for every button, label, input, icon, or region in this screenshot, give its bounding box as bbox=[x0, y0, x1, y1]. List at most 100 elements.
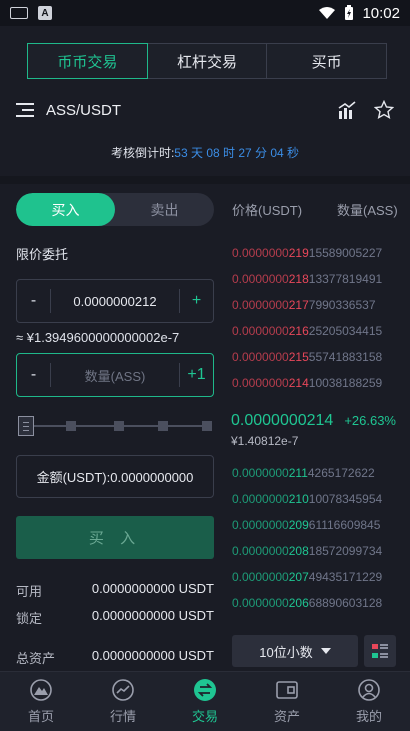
ask-row[interactable]: 0.000000021555741883158 bbox=[232, 350, 410, 370]
buy-sell-toggle: 买入 卖出 bbox=[16, 193, 214, 226]
ask-quantity: 7990336537 bbox=[308, 298, 376, 312]
price-stepper: - 0.0000000212 + bbox=[16, 279, 214, 323]
price-column-header: 价格(USDT) bbox=[232, 203, 303, 218]
price-decrease-button[interactable]: - bbox=[17, 289, 51, 313]
status-bar: A 10:02 bbox=[0, 0, 410, 26]
market-icon bbox=[112, 679, 134, 701]
bid-quantity: 18572099734 bbox=[308, 544, 383, 558]
trade-mode-tabs: 币币交易 杠杆交易 买币 bbox=[27, 43, 388, 79]
ask-row[interactable]: 0.000000021625205034415 bbox=[232, 324, 410, 344]
percent-slider[interactable] bbox=[18, 416, 212, 436]
nav-assets[interactable]: 资产 bbox=[246, 672, 328, 731]
nav-market-label: 行情 bbox=[109, 709, 136, 724]
locked-value: 0.0000000000 USDT bbox=[91, 608, 214, 623]
nav-profile[interactable]: 我的 bbox=[328, 672, 410, 731]
status-time: 10:02 bbox=[362, 4, 400, 22]
a-notification-icon: A bbox=[38, 6, 52, 20]
bid-row[interactable]: 0.000000020818572099734 bbox=[232, 544, 410, 564]
profile-icon bbox=[358, 679, 380, 701]
ask-price-prefix: 0.0000000 bbox=[232, 376, 289, 390]
keyboard-icon bbox=[10, 7, 28, 19]
bid-price-digits: 207 bbox=[288, 570, 309, 584]
chart-icon[interactable] bbox=[338, 101, 356, 119]
bid-row[interactable]: 0.00000002114265172622 bbox=[232, 466, 410, 486]
locked-label: 锁定 bbox=[16, 611, 43, 626]
ask-price-digits: 216 bbox=[288, 324, 309, 338]
depth-icon bbox=[372, 644, 388, 658]
amount-display[interactable]: 金额(USDT):0.0000000000 bbox=[16, 455, 214, 498]
ask-price-prefix: 0.0000000 bbox=[232, 246, 289, 260]
ask-price-digits: 217 bbox=[288, 298, 309, 312]
buy-tab[interactable]: 买入 bbox=[16, 193, 115, 226]
ask-price-prefix: 0.0000000 bbox=[232, 350, 289, 364]
price-change: +26.63% bbox=[344, 413, 396, 428]
ask-price-digits: 219 bbox=[288, 246, 309, 260]
nav-trade[interactable]: 交易 bbox=[164, 672, 246, 731]
available-label: 可用 bbox=[16, 584, 43, 599]
bid-price-prefix: 0.0000000 bbox=[232, 492, 289, 506]
locked-row: 锁定 0.0000000000 USDT bbox=[16, 608, 214, 627]
bid-row[interactable]: 0.000000020961116609845 bbox=[232, 518, 410, 538]
ask-quantity: 55741883158 bbox=[308, 350, 383, 364]
bid-price-digits: 211 bbox=[288, 466, 308, 480]
bid-price-prefix: 0.0000000 bbox=[232, 466, 289, 480]
bid-row[interactable]: 0.000000020749435171229 bbox=[232, 570, 410, 590]
bid-quantity: 61116609845 bbox=[308, 518, 381, 532]
ask-price-digits: 215 bbox=[288, 350, 309, 364]
tab-buy-coin[interactable]: 买币 bbox=[267, 43, 388, 79]
bid-price-digits: 206 bbox=[288, 596, 309, 610]
quantity-column-header: 数量(ASS) bbox=[337, 203, 398, 218]
ask-row[interactable]: 0.000000021813377819491 bbox=[232, 272, 410, 292]
pair-header: ASS/USDT bbox=[0, 92, 410, 128]
total-label: 总资产 bbox=[16, 651, 56, 666]
bid-price-digits: 208 bbox=[288, 544, 309, 558]
price-increase-button[interactable]: + bbox=[179, 289, 213, 313]
price-cny-approx: ≈ ¥1.3949600000000002e-7 bbox=[16, 330, 180, 345]
bid-quantity: 4265172622 bbox=[307, 466, 375, 480]
bid-price-prefix: 0.0000000 bbox=[232, 518, 289, 532]
home-icon bbox=[30, 679, 52, 701]
chevron-down-icon bbox=[320, 648, 331, 654]
ask-quantity: 15589005227 bbox=[308, 246, 383, 260]
menu-icon[interactable] bbox=[16, 103, 34, 117]
sell-tab[interactable]: 卖出 bbox=[115, 193, 214, 226]
buy-button[interactable]: 买 入 bbox=[16, 516, 214, 559]
countdown-label: 考核倒计时: bbox=[110, 146, 175, 160]
bid-row[interactable]: 0.000000021010078345954 bbox=[232, 492, 410, 512]
order-type[interactable]: 限价委托 bbox=[16, 244, 68, 263]
countdown-value: 53 天 08 时 27 分 04 秒 bbox=[174, 146, 300, 160]
slider-handle[interactable] bbox=[18, 416, 34, 436]
nav-home[interactable]: 首页 bbox=[0, 672, 82, 731]
bid-row[interactable]: 0.000000020668890603128 bbox=[232, 596, 410, 616]
bid-price-digits: 210 bbox=[288, 492, 309, 506]
nav-trade-label: 交易 bbox=[191, 709, 218, 724]
nav-profile-label: 我的 bbox=[355, 709, 382, 724]
price-input[interactable]: 0.0000000212 bbox=[51, 294, 179, 309]
pair-title[interactable]: ASS/USDT bbox=[46, 102, 121, 119]
trade-icon bbox=[194, 679, 216, 701]
decimal-select[interactable]: 10位小数 bbox=[232, 635, 358, 667]
bid-price-prefix: 0.0000000 bbox=[232, 544, 289, 558]
nav-market[interactable]: 行情 bbox=[82, 672, 164, 731]
ask-row[interactable]: 0.000000021915589005227 bbox=[232, 246, 410, 266]
decimal-select-value: 10位小数 bbox=[259, 644, 313, 660]
ask-row[interactable]: 0.000000021410038188259 bbox=[232, 376, 410, 396]
ask-quantity: 10038188259 bbox=[308, 376, 383, 390]
bid-price-prefix: 0.0000000 bbox=[232, 596, 289, 610]
quantity-increase-button[interactable]: +1 bbox=[179, 363, 213, 387]
tab-margin-trading[interactable]: 杠杆交易 bbox=[147, 43, 268, 79]
ask-price-prefix: 0.0000000 bbox=[232, 298, 289, 312]
quantity-decrease-button[interactable]: - bbox=[17, 363, 51, 387]
star-icon[interactable] bbox=[374, 100, 394, 120]
depth-view-button[interactable] bbox=[364, 635, 396, 667]
last-price: 0.0000000214 bbox=[231, 412, 334, 429]
ask-price-prefix: 0.0000000 bbox=[232, 272, 289, 286]
tab-spot-trading[interactable]: 币币交易 bbox=[27, 43, 148, 79]
bid-price-digits: 209 bbox=[288, 518, 309, 532]
quantity-input[interactable]: 数量(ASS) bbox=[51, 366, 179, 385]
ask-quantity: 13377819491 bbox=[308, 272, 383, 286]
bid-price-prefix: 0.0000000 bbox=[232, 570, 289, 584]
battery-icon bbox=[345, 5, 354, 20]
ask-row[interactable]: 0.00000002177990336537 bbox=[232, 298, 410, 318]
bid-quantity: 68890603128 bbox=[308, 596, 383, 610]
